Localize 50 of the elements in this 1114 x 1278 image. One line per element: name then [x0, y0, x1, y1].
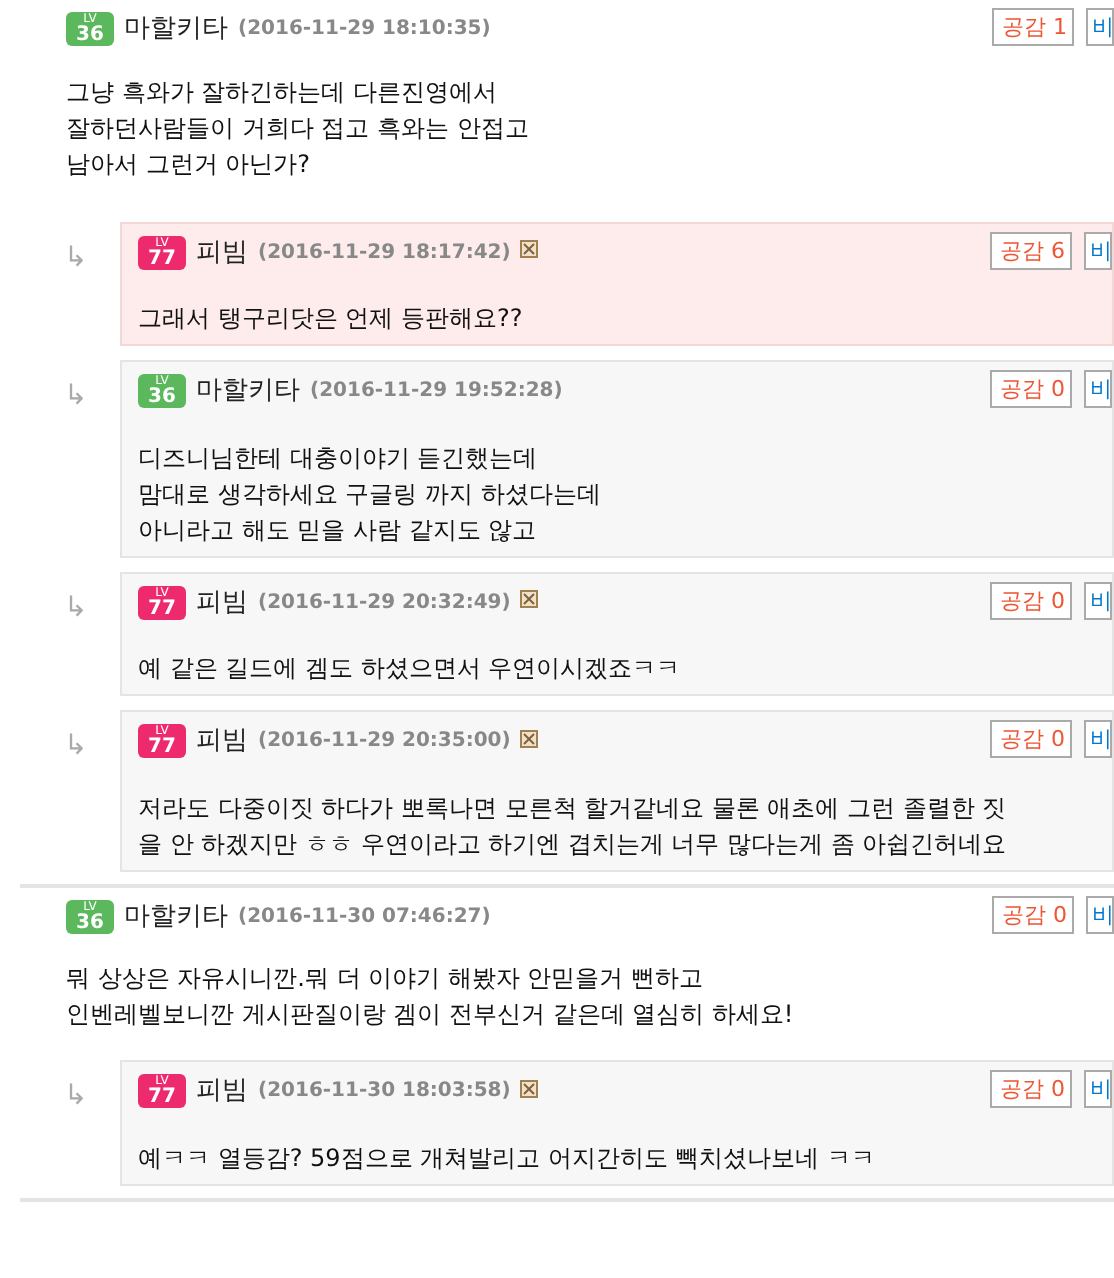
- timestamp: (2016-11-29 18:10:35): [238, 16, 491, 45]
- author-name[interactable]: 피빔: [196, 583, 248, 622]
- timestamp: (2016-11-29 20:32:49): [258, 589, 511, 618]
- reply-button[interactable]: 비: [1084, 581, 1112, 619]
- reply-arrow: ↳: [62, 378, 90, 416]
- like-button[interactable]: 공감 0: [990, 1070, 1072, 1108]
- reply-arrow: ↳: [62, 1078, 90, 1116]
- comment-text: 저라도 다중이짓 하다가 뽀록나면 모른척 할거같네요 물론 애초에 그런 졸렬한 짓: [138, 791, 1009, 825]
- author-name[interactable]: 피빔: [196, 722, 248, 761]
- comment-text: 그래서 탱구리닷은 언제 등판해요??: [138, 302, 525, 336]
- comment-text: 남아서 그런거 아닌가?: [66, 147, 312, 181]
- comment-text: 맘대로 생각하세요 구글링 까지 하셨다는데: [138, 477, 603, 511]
- timestamp: (2016-11-30 07:46:27): [238, 903, 491, 932]
- reply-button[interactable]: 비: [1084, 231, 1112, 269]
- like-button[interactable]: 공감 0: [990, 370, 1072, 408]
- timestamp: (2016-11-29 20:35:00): [258, 728, 511, 757]
- author-name[interactable]: 피빔: [196, 1072, 248, 1111]
- timestamp: (2016-11-29 19:52:28): [310, 378, 563, 407]
- reply-button[interactable]: 비: [1084, 1070, 1112, 1108]
- author-name[interactable]: 마할키타: [124, 897, 228, 936]
- comment-text: 디즈니님한테 대충이야기 듣긴했는데: [138, 441, 540, 475]
- comment-text: 을 안 하겠지만 ㅎㅎ 우연이라고 하기엔 겹치는게 너무 많다는게 좀 아쉽긴허네요: [138, 827, 1009, 861]
- comment-text: 예ㅋㅋ 열등감? 59점으로 개쳐발리고 어지간히도 빽치셨나보네 ㅋㅋ: [138, 1141, 878, 1175]
- reply-button[interactable]: 비: [1084, 720, 1112, 758]
- report-icon[interactable]: [520, 590, 539, 609]
- comment-text: 그냥 흑와가 잘하긴하는데 다른진영에서: [66, 75, 499, 109]
- author-name[interactable]: 피빔: [196, 233, 248, 272]
- author-name[interactable]: 마할키타: [196, 372, 300, 411]
- like-button[interactable]: 공감 1: [992, 8, 1074, 46]
- reply-arrow: ↳: [62, 728, 90, 766]
- comment-text: 뭐 상상은 자유시니깐.뭐 더 이야기 해봤자 안믿을거 뻔하고: [66, 962, 706, 996]
- comment-text: 잘하던사람들이 거희다 접고 흑와는 안접고: [66, 111, 531, 145]
- like-button[interactable]: 공감 0: [992, 895, 1074, 933]
- comment-text: 아니라고 해도 믿을 사람 같지도 않고: [138, 513, 539, 547]
- report-icon[interactable]: [520, 1079, 539, 1098]
- timestamp: (2016-11-29 18:17:42): [258, 239, 511, 268]
- reply-arrow: ↳: [62, 589, 90, 627]
- author-name[interactable]: 마할키타: [124, 10, 228, 49]
- comment-text: 인벤레벨보니깐 게시판질이랑 겜이 전부신거 같은데 열심히 하세요!: [66, 998, 796, 1032]
- comment-text: 예 같은 길드에 겜도 하셨으면서 우연이시겠죠ㅋㅋ: [138, 652, 683, 686]
- like-button[interactable]: 공감 6: [990, 231, 1072, 269]
- reply-button[interactable]: 비: [1084, 370, 1112, 408]
- report-icon[interactable]: [520, 729, 539, 748]
- reply-arrow: ↳: [62, 239, 90, 277]
- report-icon[interactable]: [520, 240, 539, 259]
- timestamp: (2016-11-30 18:03:58): [258, 1078, 511, 1107]
- like-button[interactable]: 공감 0: [990, 720, 1072, 758]
- like-button[interactable]: 공감 0: [990, 581, 1072, 619]
- reply-button[interactable]: 비: [1086, 8, 1114, 46]
- reply-button[interactable]: 비: [1086, 895, 1114, 933]
